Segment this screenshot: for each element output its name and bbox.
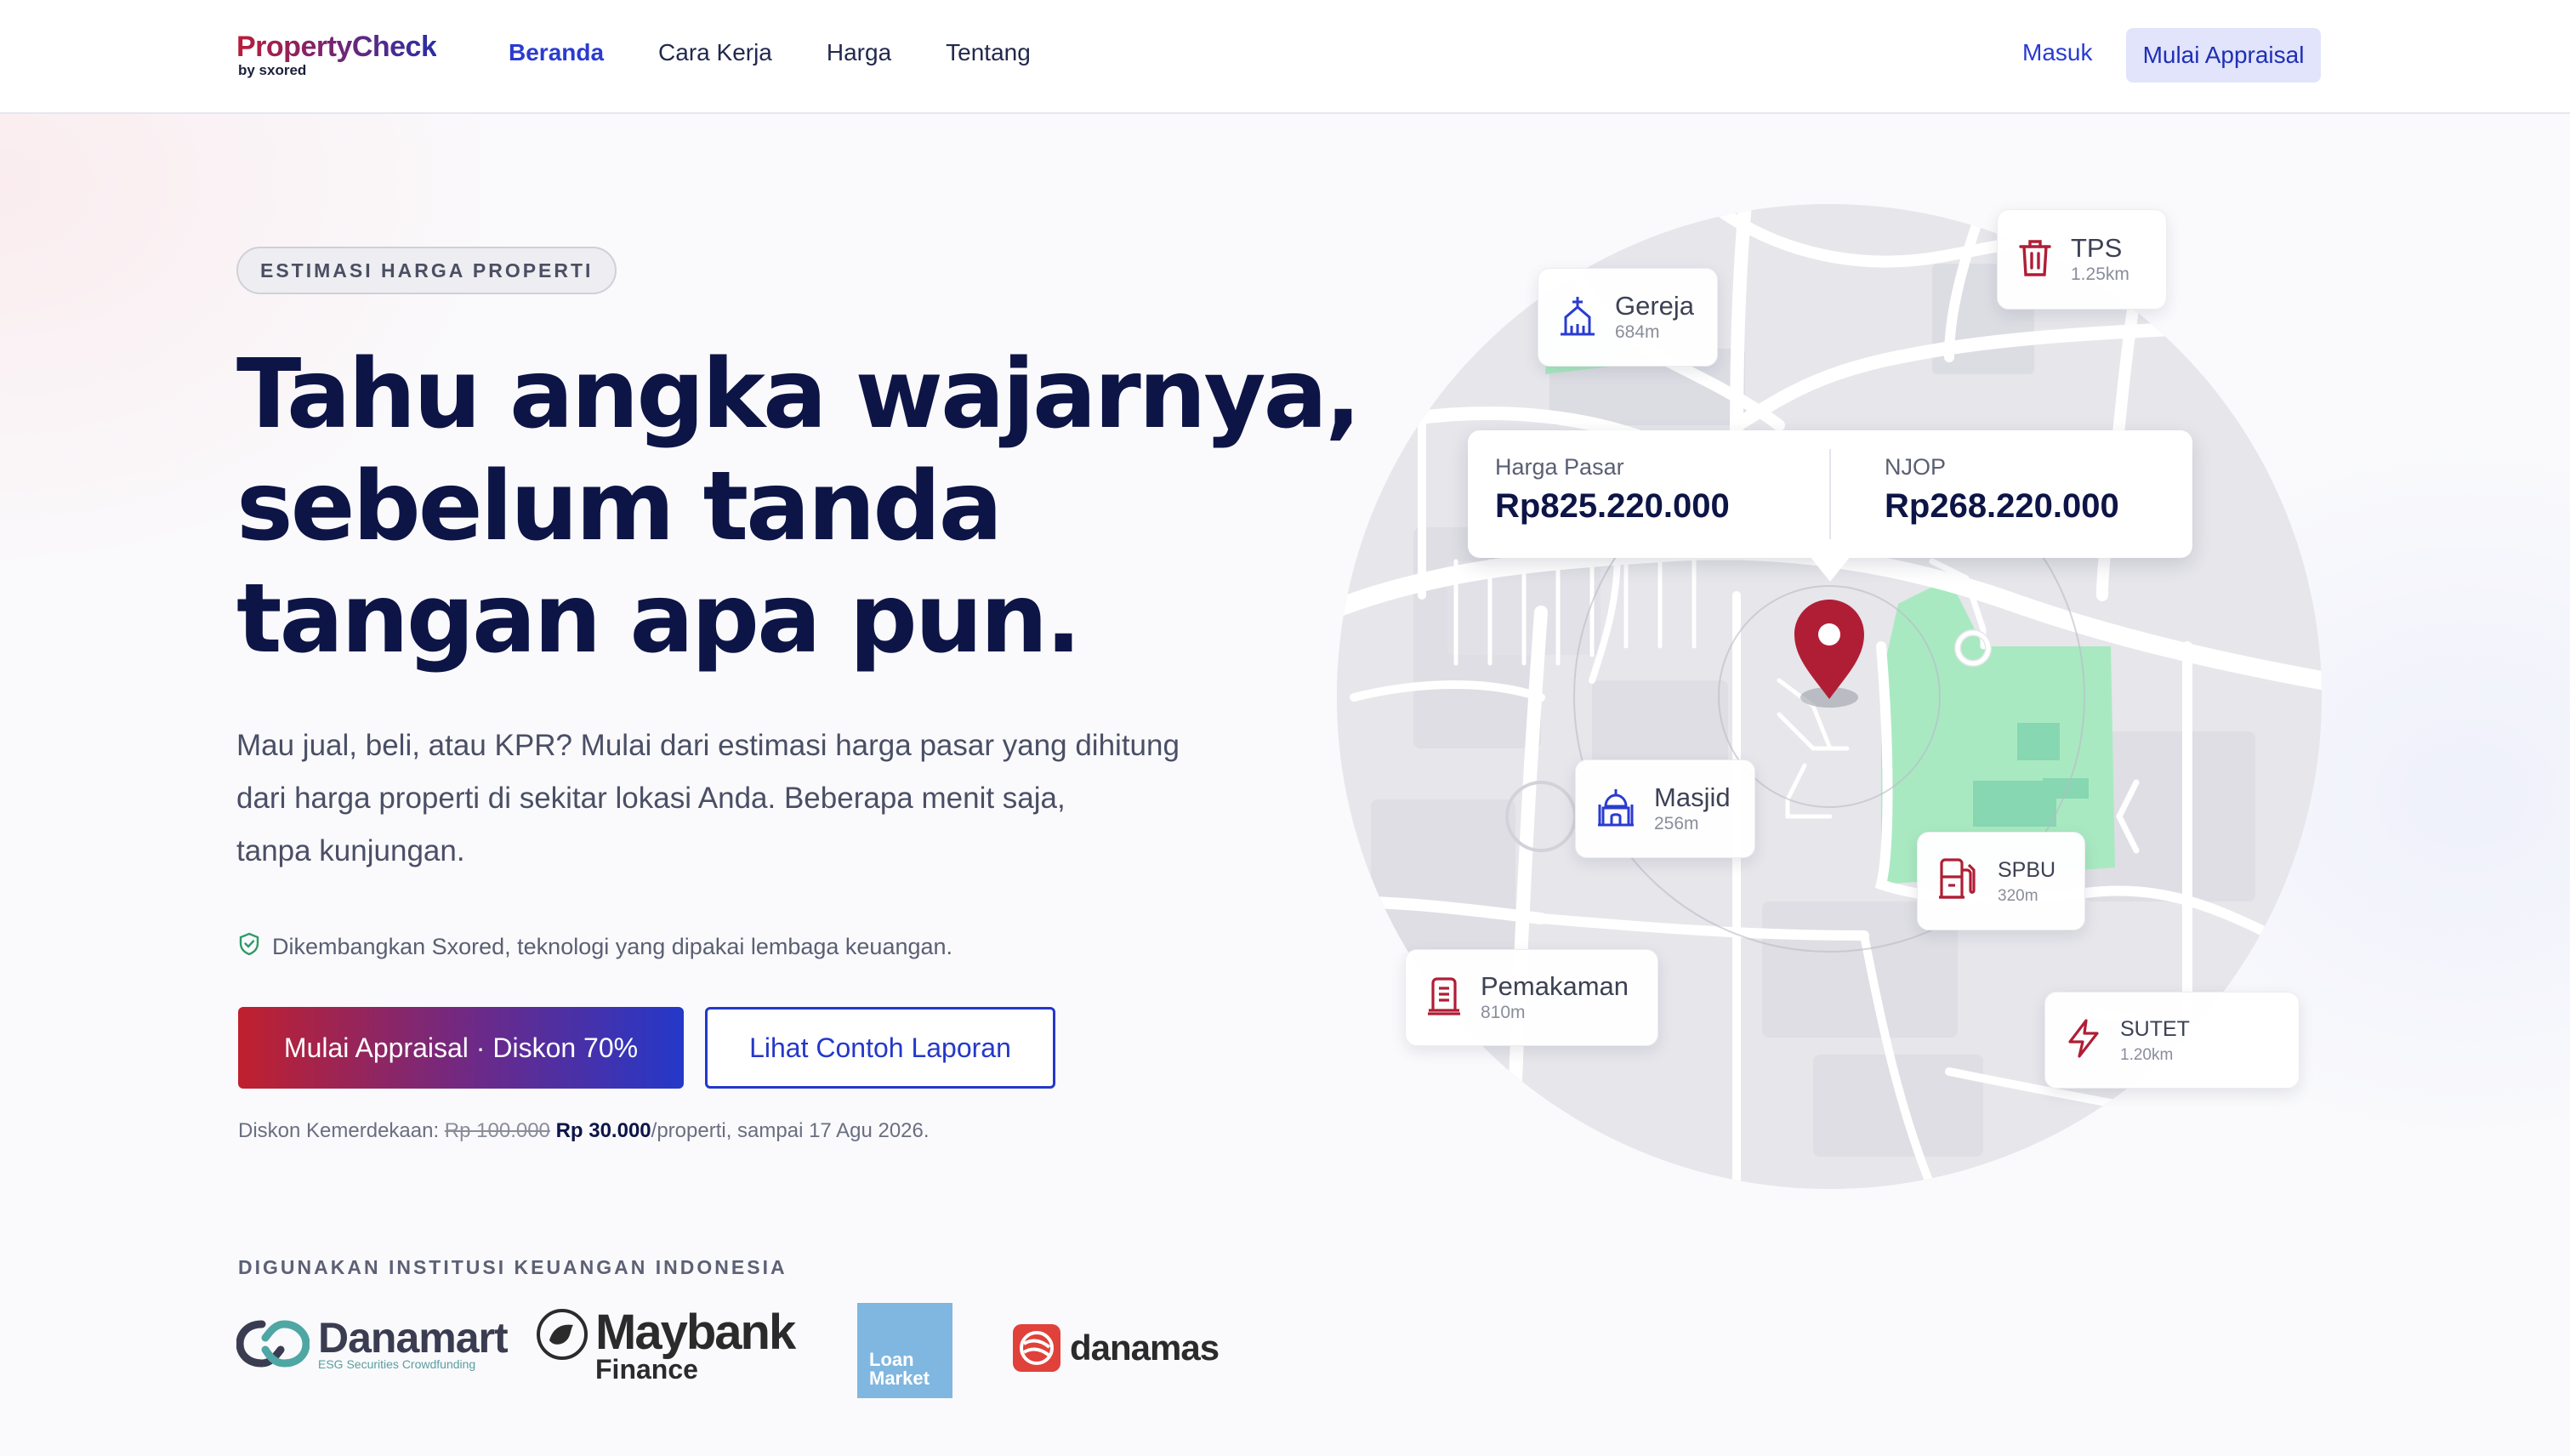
headline-line-3: tangan apa pun. — [236, 564, 1082, 674]
hero-subtitle: Mau jual, beli, atau KPR? Mulai dari est… — [236, 719, 1223, 878]
poi-gereja-distance: 684m — [1615, 322, 1660, 342]
discount-prefix: Diskon Kemerdekaan: — [238, 1119, 445, 1142]
loanmarket-line-2: Market — [869, 1368, 930, 1389]
njop-value: Rp268.220.000 — [1885, 487, 2119, 525]
market-price-label: Harga Pasar — [1495, 454, 1624, 480]
price-divider — [1829, 449, 1831, 539]
poi-spbu[interactable]: SPBU 320m — [1917, 832, 2085, 930]
grave-icon — [1426, 976, 1462, 1020]
nav-links: Beranda Cara Kerja Harga Tentang — [509, 39, 1031, 66]
price-estimate-card: Harga Pasar Rp825.220.000 NJOP Rp268.220… — [1468, 430, 2192, 582]
fuel-icon — [1938, 857, 1979, 905]
nav-link-tentang[interactable]: Tentang — [946, 39, 1031, 66]
trust-note: Dikembangkan Sxored, teknologi yang dipa… — [238, 932, 952, 962]
danamart-name: Danamart — [318, 1314, 509, 1362]
subtitle-line-1: Mau jual, beli, atau KPR? Mulai dari est… — [236, 729, 1180, 762]
poi-sutet-distance: 1.20km — [2120, 1046, 2174, 1064]
mosque-icon — [1596, 788, 1635, 831]
institution-logos: Danamart ESG Securities Crowdfunding May… — [236, 1301, 1240, 1400]
maybank-tiger-icon — [537, 1309, 588, 1360]
institutions-title: DIGUNAKAN INSTITUSI KEUANGAN INDONESIA — [238, 1256, 787, 1278]
view-sample-report-button[interactable]: Lihat Contoh Laporan — [705, 1007, 1055, 1089]
danamas-name: danamas — [1070, 1328, 1220, 1368]
poi-tps-distance: 1.25km — [2071, 264, 2129, 284]
danamart-mark-icon — [236, 1320, 310, 1368]
start-appraisal-discount-button[interactable]: Mulai Appraisal · Diskon 70% — [238, 1007, 684, 1089]
top-navbar: PropertyCheck by sxored Beranda Cara Ker… — [0, 0, 2570, 114]
njop-label: NJOP — [1885, 454, 1947, 480]
logo-subtext: by sxored — [238, 62, 307, 78]
subtitle-line-2: dari harga properti di sekitar lokasi An… — [236, 782, 1066, 815]
maybank-name: Maybank — [595, 1305, 796, 1360]
subtitle-line-3: tanpa kunjungan. — [236, 834, 465, 867]
maybank-finance-logo: Maybank Finance — [536, 1305, 796, 1385]
trash-icon — [2018, 238, 2052, 282]
poi-tps[interactable]: TPS 1.25km — [1997, 209, 2167, 310]
hero-headline: Tahu angka wajarnya, sebelum tanda tanga… — [236, 338, 1362, 675]
price-card-pointer — [1810, 556, 1851, 582]
new-price: Rp 30.000 — [555, 1119, 651, 1142]
poi-pemakaman-name: Pemakaman — [1481, 971, 1629, 1001]
poi-pemakaman[interactable]: Pemakaman 810m — [1405, 949, 1658, 1046]
market-price-col: Harga Pasar Rp825.220.000 — [1495, 454, 1730, 526]
nav-link-beranda[interactable]: Beranda — [509, 39, 604, 66]
logo-text: PropertyCheck — [236, 31, 437, 63]
discount-suffix: /properti, sampai 17 Agu 2026. — [651, 1119, 930, 1142]
church-icon — [1559, 295, 1596, 340]
headline-line-2: sebelum tanda — [236, 452, 1003, 562]
poi-masjid-distance: 256m — [1654, 814, 1699, 833]
market-price-value: Rp825.220.000 — [1495, 487, 1730, 525]
nav-link-harga[interactable]: Harga — [827, 39, 891, 66]
poi-sutet-name: SUTET — [2120, 1017, 2190, 1041]
nav-link-cara-kerja[interactable]: Cara Kerja — [658, 39, 772, 66]
loanmarket-line-1: Loan — [869, 1349, 914, 1370]
shield-check-icon — [238, 932, 260, 962]
old-price: Rp 100.000 — [444, 1119, 550, 1142]
danamas-mark-icon — [1013, 1324, 1060, 1372]
hero-badge: ESTIMASI HARGA PROPERTI — [236, 247, 617, 294]
poi-masjid[interactable]: Masjid 256m — [1575, 759, 1755, 858]
lightning-icon — [2066, 1018, 2101, 1063]
discount-note: Diskon Kemerdekaan: Rp 100.000 Rp 30.000… — [238, 1119, 930, 1143]
poi-pemakaman-distance: 810m — [1481, 1003, 1526, 1022]
poi-masjid-name: Masjid — [1654, 782, 1731, 812]
poi-sutet[interactable]: SUTET 1.20km — [2044, 992, 2300, 1089]
trust-text: Dikembangkan Sxored, teknologi yang dipa… — [272, 934, 953, 959]
headline-line-1: Tahu angka wajarnya, — [236, 339, 1362, 450]
poi-spbu-name: SPBU — [1998, 858, 2056, 882]
poi-gereja[interactable]: Gereja 684m — [1538, 268, 1718, 367]
poi-spbu-distance: 320m — [1998, 887, 2038, 905]
login-link[interactable]: Masuk — [2022, 39, 2092, 66]
propertycheck-logo[interactable]: PropertyCheck by sxored — [236, 31, 437, 79]
njop-col: NJOP Rp268.220.000 — [1885, 454, 2119, 526]
poi-gereja-name: Gereja — [1615, 291, 1695, 321]
danamart-logo: Danamart ESG Securities Crowdfunding — [236, 1314, 509, 1371]
poi-tps-name: TPS — [2071, 233, 2123, 263]
loan-market-logo: Loan Market — [857, 1303, 952, 1398]
start-appraisal-nav-button[interactable]: Mulai Appraisal — [2126, 28, 2321, 82]
danamas-logo: danamas — [1012, 1323, 1220, 1373]
